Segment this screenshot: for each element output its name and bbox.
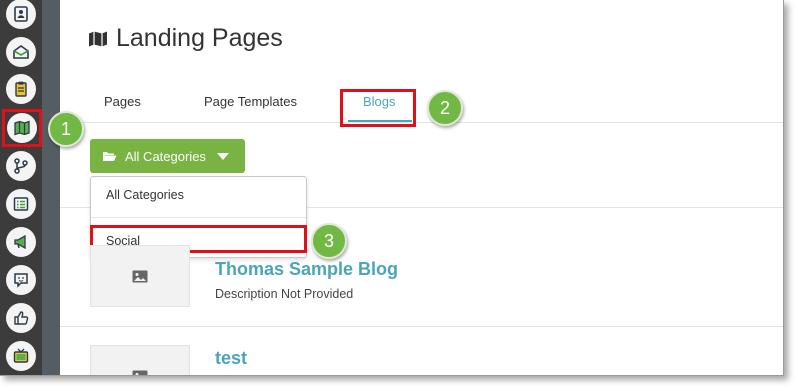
clipboard-icon	[6, 74, 36, 104]
tab-bar: Pages Page Templates Blogs	[60, 86, 783, 127]
megaphone-icon	[6, 227, 36, 257]
all-categories-label: All Categories	[125, 148, 206, 164]
map-icon	[89, 31, 107, 46]
sidebar-item-media[interactable]	[4, 339, 38, 373]
image-placeholder-icon	[132, 370, 148, 375]
callout-3: 3	[311, 223, 347, 259]
email-inbox-icon	[6, 37, 36, 67]
all-categories-button[interactable]: All Categories	[90, 139, 245, 173]
sidebar-item-email[interactable]	[4, 35, 38, 69]
blog-title-link[interactable]: test	[215, 348, 247, 369]
app-window: Landing Pages Pages Page Templates Blogs…	[0, 0, 784, 376]
blog-description: Description Not Provided	[215, 287, 354, 301]
folder-open-icon	[103, 152, 117, 161]
callout-1: 1	[48, 111, 84, 147]
sidebar-item-lists[interactable]	[4, 187, 38, 221]
sidebar-item-campaigns[interactable]	[4, 225, 38, 259]
blog-thumbnail[interactable]	[90, 345, 190, 375]
main-content: Landing Pages Pages Page Templates Blogs…	[60, 0, 783, 375]
sidebar-edge	[42, 0, 60, 375]
contact-card-icon	[6, 0, 36, 29]
dropdown-item-all-categories[interactable]: All Categories	[106, 188, 184, 202]
sidebar-item-contacts[interactable]	[4, 0, 38, 31]
dropdown-divider	[91, 217, 306, 218]
thumbs-up-icon	[6, 303, 36, 333]
row-divider	[60, 326, 783, 327]
sidebar-item-forms[interactable]	[4, 72, 38, 106]
page-title-text: Landing Pages	[116, 24, 283, 52]
list-icon	[6, 189, 36, 219]
sidebar-item-social[interactable]	[4, 301, 38, 335]
tab-active-underline	[348, 120, 412, 122]
sidebar	[0, 0, 60, 375]
callout-2: 2	[427, 90, 463, 126]
tab-page-templates[interactable]: Page Templates	[204, 94, 297, 109]
blog-title-link[interactable]: Thomas Sample Blog	[215, 259, 398, 280]
caret-down-icon	[216, 152, 229, 160]
page-title: Landing Pages	[88, 24, 283, 53]
branch-icon	[6, 151, 36, 181]
sidebar-item-workflows[interactable]	[4, 149, 38, 183]
blog-thumbnail[interactable]	[90, 245, 190, 307]
sidebar-item-landing-pages[interactable]	[2, 109, 42, 147]
tv-icon	[6, 341, 36, 371]
tab-pages[interactable]: Pages	[104, 94, 141, 109]
image-placeholder-icon	[132, 270, 148, 282]
chat-bubble-icon	[6, 265, 36, 295]
map-icon	[7, 113, 37, 143]
sidebar-item-chat[interactable]	[4, 263, 38, 297]
